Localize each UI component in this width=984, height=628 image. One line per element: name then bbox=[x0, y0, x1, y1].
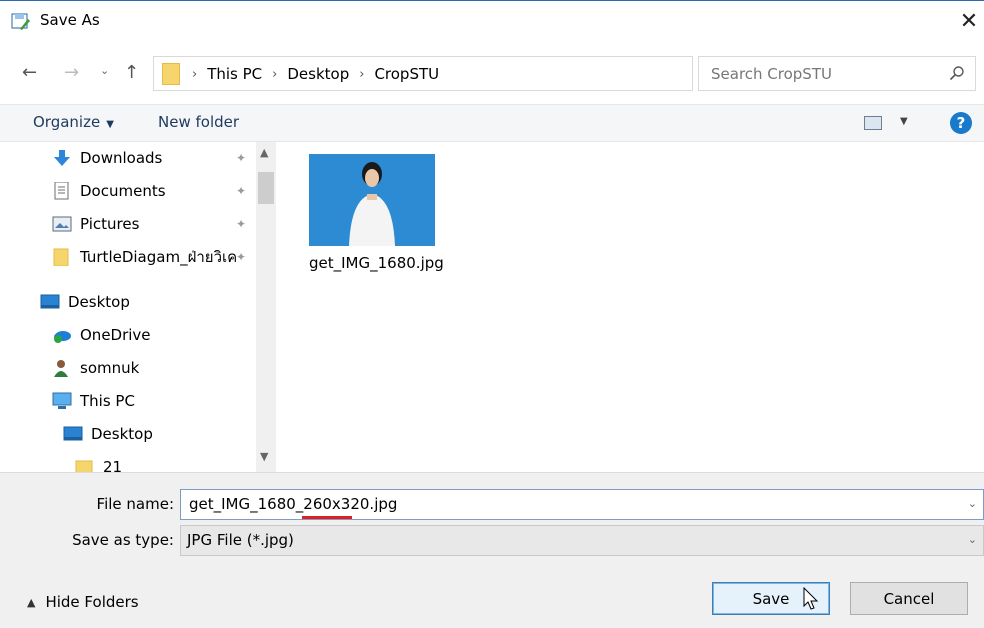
scroll-up-icon[interactable]: ▲ bbox=[260, 146, 268, 159]
nav-item-label: 21 bbox=[103, 458, 123, 472]
breadcrumb-desktop[interactable]: Desktop bbox=[287, 65, 349, 83]
filename-value: get_IMG_1680_260x320.jpg bbox=[189, 495, 398, 513]
nav-item-label: Downloads bbox=[80, 149, 163, 167]
breadcrumb-separator: › bbox=[272, 66, 278, 82]
search-input[interactable]: Search CropSTU bbox=[698, 56, 976, 91]
save-as-icon bbox=[11, 13, 30, 30]
filename-input[interactable]: get_IMG_1680_260x320.jpg ⌄ bbox=[180, 489, 984, 520]
chevron-down-icon[interactable]: ⌄ bbox=[968, 497, 977, 510]
organize-button[interactable]: Organize ▼ bbox=[33, 113, 114, 131]
recent-locations-button[interactable]: ⌄ bbox=[100, 64, 109, 77]
nav-item-this-pc[interactable]: This PC bbox=[52, 387, 135, 415]
address-row: ← → ⌄ ↑ › This PC › Desktop › CropSTU ⌄ … bbox=[0, 46, 984, 104]
folder-icon bbox=[53, 248, 69, 266]
documents-icon bbox=[54, 182, 69, 200]
breadcrumb-separator: › bbox=[359, 66, 365, 82]
pin-icon: ✦ bbox=[236, 184, 247, 198]
nav-item-somnuk[interactable]: somnuk bbox=[52, 354, 139, 382]
command-bar: Organize ▼ New folder ▼ ? bbox=[0, 104, 984, 142]
chevron-down-icon: ▼ bbox=[106, 119, 114, 130]
breadcrumb-cropstu[interactable]: CropSTU bbox=[374, 65, 439, 83]
folder-icon bbox=[75, 460, 93, 472]
breadcrumb-separator: › bbox=[192, 66, 198, 82]
back-button[interactable]: ← bbox=[22, 62, 37, 83]
nav-item-label: This PC bbox=[80, 392, 135, 410]
save-type-label: Save as type: bbox=[72, 531, 174, 549]
file-item[interactable]: get_IMG_1680.jpg bbox=[309, 154, 444, 272]
nav-item-downloads[interactable]: Downloads bbox=[52, 144, 162, 172]
pictures-icon bbox=[52, 216, 72, 232]
cancel-button[interactable]: Cancel bbox=[850, 582, 968, 615]
nav-item-onedrive[interactable]: OneDrive bbox=[52, 321, 151, 349]
breadcrumb: › This PC › Desktop › CropSTU bbox=[192, 65, 439, 83]
highlight-underline bbox=[302, 516, 352, 519]
hide-folders-button[interactable]: ▲ Hide Folders bbox=[27, 593, 139, 611]
nav-item-documents[interactable]: Documents bbox=[52, 177, 166, 205]
nav-item-turtlediagam[interactable]: TurtleDiagam_ฝ่ายวิเค bbox=[52, 243, 237, 271]
help-icon[interactable]: ? bbox=[950, 112, 972, 134]
filename-label: File name: bbox=[96, 495, 174, 513]
scrollbar-thumb[interactable] bbox=[258, 172, 274, 204]
forward-button[interactable]: → bbox=[64, 62, 79, 83]
mouse-cursor-icon bbox=[803, 587, 819, 610]
nav-item-label: Documents bbox=[80, 182, 166, 200]
nav-item-label: OneDrive bbox=[80, 326, 151, 344]
nav-item-label: TurtleDiagam_ฝ่ายวิเค bbox=[80, 248, 238, 266]
close-icon: ✕ bbox=[959, 8, 979, 34]
close-button[interactable]: ✕ bbox=[954, 3, 984, 39]
nav-item-label: somnuk bbox=[80, 359, 140, 377]
navigation-pane[interactable]: Downloads ✦ Documents ✦ Pictures ✦ Turtl… bbox=[0, 142, 275, 472]
new-folder-button[interactable]: New folder bbox=[158, 113, 239, 131]
nav-item-label: Desktop bbox=[91, 425, 153, 443]
nav-item-desktop[interactable]: Desktop bbox=[40, 288, 130, 316]
search-icon bbox=[949, 66, 964, 81]
scroll-down-icon[interactable]: ▼ bbox=[260, 450, 268, 463]
nav-item-pictures[interactable]: Pictures bbox=[52, 210, 139, 238]
folder-icon bbox=[162, 63, 180, 85]
breadcrumb-this-pc[interactable]: This PC bbox=[207, 65, 262, 83]
title-bar: Save As ✕ bbox=[0, 0, 984, 40]
view-options-chevron-icon[interactable]: ▼ bbox=[900, 116, 908, 127]
onedrive-icon bbox=[54, 331, 71, 343]
person-photo-icon bbox=[309, 154, 435, 246]
file-list-pane[interactable]: get_IMG_1680.jpg bbox=[276, 142, 984, 472]
nav-item-label: Desktop bbox=[68, 293, 130, 311]
photo-thumbnail bbox=[309, 154, 435, 246]
organize-label: Organize bbox=[33, 113, 101, 131]
address-bar[interactable]: › This PC › Desktop › CropSTU ⌄ ↻ bbox=[153, 56, 825, 91]
pin-icon: ✦ bbox=[236, 151, 247, 165]
download-arrow-icon bbox=[54, 150, 70, 166]
save-type-select[interactable]: JPG File (*.jpg) ⌄ bbox=[180, 525, 984, 556]
save-type-value: JPG File (*.jpg) bbox=[187, 531, 294, 549]
chevron-down-icon[interactable]: ⌄ bbox=[968, 533, 977, 546]
desktop-icon bbox=[40, 294, 60, 309]
change-view-icon[interactable] bbox=[864, 116, 882, 130]
navigation-scrollbar[interactable]: ▲ ▼ bbox=[256, 142, 276, 472]
window-title: Save As bbox=[40, 11, 100, 29]
chevron-up-icon: ▲ bbox=[27, 595, 36, 609]
save-form-pane: File name: get_IMG_1680_260x320.jpg ⌄ Sa… bbox=[0, 472, 984, 628]
nav-item-label: Pictures bbox=[80, 215, 140, 233]
pin-icon: ✦ bbox=[236, 217, 247, 231]
hide-folders-label: Hide Folders bbox=[45, 593, 139, 611]
nav-item-desktop-sub[interactable]: Desktop bbox=[63, 420, 153, 448]
nav-item-21[interactable]: 21 bbox=[75, 453, 122, 472]
file-name-label: get_IMG_1680.jpg bbox=[309, 254, 444, 272]
pin-icon: ✦ bbox=[236, 250, 247, 264]
pc-icon bbox=[52, 392, 72, 409]
desktop-icon bbox=[63, 426, 83, 441]
search-placeholder: Search CropSTU bbox=[711, 65, 832, 83]
user-icon bbox=[54, 360, 68, 377]
up-button[interactable]: ↑ bbox=[124, 62, 139, 83]
